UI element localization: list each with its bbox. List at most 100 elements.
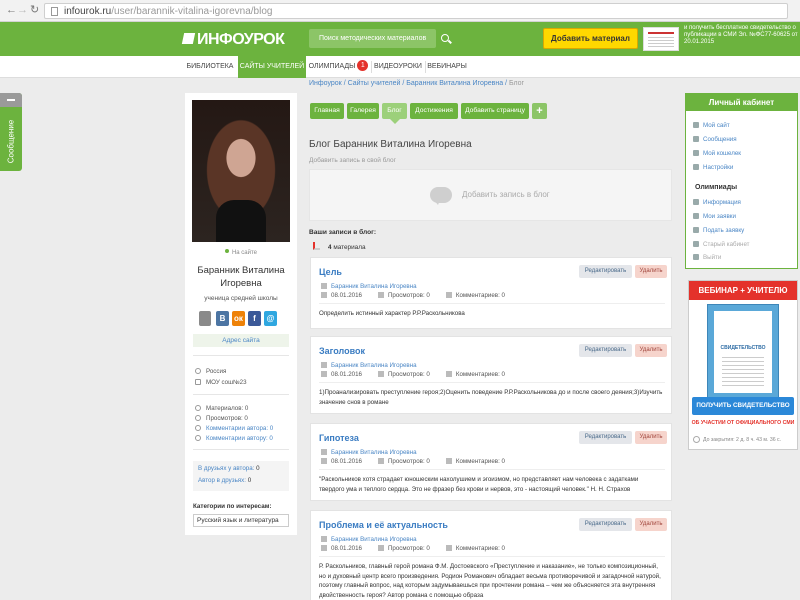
edit-post-button[interactable]: Редактировать: [579, 265, 632, 278]
divider: [319, 469, 665, 470]
edit-post-button[interactable]: Редактировать: [579, 518, 632, 531]
delete-post-button[interactable]: Удалить: [635, 265, 667, 278]
stat-comments-to-author[interactable]: Комментарии автору: 0: [195, 434, 273, 443]
address-bar[interactable]: infourok.ru/user/barannik-vitalina-igore…: [44, 3, 788, 19]
post-title[interactable]: Гипотеза: [319, 433, 359, 443]
breadcrumb-author[interactable]: Баранник Виталина Игоревна: [406, 80, 503, 87]
calendar-icon: [321, 292, 327, 298]
folder-icon: [693, 241, 699, 247]
post-author[interactable]: Баранник Виталина Игоревна: [321, 283, 417, 290]
nav-library[interactable]: БИБЛИОТЕКА: [183, 56, 237, 78]
add-page-plus-button[interactable]: +: [532, 103, 547, 119]
home-icon: [693, 122, 699, 128]
site-header: ИНФОУРОК Поиск методических материалов Д…: [0, 22, 800, 56]
post-text: "Раскольников хотя страдает юношеским на…: [319, 476, 639, 493]
nav-webinars[interactable]: ВЕБИНАРЫ: [426, 56, 468, 78]
minimize-icon[interactable]: [0, 93, 22, 107]
add-material-button[interactable]: Добавить материал: [543, 28, 638, 49]
post-title[interactable]: Заголовок: [319, 346, 365, 356]
vk-icon[interactable]: В: [216, 311, 229, 326]
cabinet-my-site[interactable]: Мой сайт: [693, 122, 730, 130]
divider: [193, 449, 289, 450]
speech-bubble-icon: [430, 187, 452, 205]
posts-count: 4 материала: [313, 242, 366, 251]
interests-heading: Категории по интересам:: [193, 503, 272, 510]
olymp-submit-request[interactable]: Подать заявку: [693, 227, 744, 235]
user-icon: [321, 536, 327, 542]
post-title[interactable]: Проблема и её актуальность: [319, 520, 448, 530]
divider: [193, 394, 289, 395]
list-icon: [693, 213, 699, 219]
forward-icon[interactable]: →: [17, 4, 28, 17]
friends-of-author-link[interactable]: В друзьях у автора: 0: [198, 465, 260, 472]
tab-achievements[interactable]: Достижения: [410, 103, 458, 119]
cabinet-wallet[interactable]: Мой кошелек: [693, 150, 741, 158]
delete-post-button[interactable]: Удалить: [635, 431, 667, 444]
nav-teacher-sites[interactable]: САЙТЫ УЧИТЕЛЕЙ: [238, 56, 306, 78]
divider: [319, 556, 665, 557]
get-certificate-button[interactable]: ПОЛУЧИТЬ СВИДЕТЕЛЬСТВО: [692, 397, 794, 415]
profile-photo: [192, 100, 290, 242]
certificate-text: и получить бесплатное свидетельство о пу…: [684, 25, 798, 45]
my-posts-heading: Ваши записи в блог:: [309, 229, 377, 236]
breadcrumb-home[interactable]: Инфоурок: [309, 80, 342, 87]
webinar-banner[interactable]: ВЕБИНАР + УЧИТЕЛЮ СВИДЕТЕЛЬСТВО ПОЛУЧИТЬ…: [688, 280, 798, 450]
reload-icon[interactable]: ↻: [30, 4, 39, 17]
edit-post-button[interactable]: Редактировать: [579, 344, 632, 357]
profile-school: МОУ сош№23: [195, 378, 247, 387]
author-in-friends-link[interactable]: Автор в друзьях: 0: [198, 477, 251, 484]
post-text: Определить истинный характер Р.Р.Расколь…: [319, 310, 465, 317]
envelope-icon: [693, 136, 699, 142]
post-text: 1)Проанализировать преступление героя;2)…: [319, 389, 663, 406]
address-text: infourok.ru/user/barannik-vitalina-igore…: [64, 6, 273, 17]
chart-icon: [377, 371, 384, 377]
nav-olympiads-label: ОЛИМПИАДЫ: [308, 63, 356, 70]
search-input[interactable]: Поиск методических материалов: [309, 29, 436, 48]
tab-blog[interactable]: Блог: [382, 103, 407, 119]
tab-gallery[interactable]: Галерея: [347, 103, 379, 119]
online-status: На сайте: [185, 249, 297, 256]
post-author[interactable]: Баранник Виталина Игоревна: [321, 536, 417, 543]
post-text: Р. Раскольников, главный герой романа Ф.…: [319, 563, 661, 599]
interests-value[interactable]: Русский язык и литература: [193, 514, 289, 527]
breadcrumb-teacher-sites[interactable]: Сайты учителей: [348, 80, 401, 87]
post-title[interactable]: Цель: [319, 267, 342, 277]
post-author[interactable]: Баранник Виталина Игоревна: [321, 449, 417, 456]
school-icon: [195, 379, 201, 385]
post-author[interactable]: Баранник Виталина Игоревна: [321, 362, 417, 369]
breadcrumb-current: Блог: [508, 80, 525, 87]
message-side-tab-label: Сообщение: [6, 119, 16, 164]
share-icon[interactable]: [199, 311, 211, 326]
certificate-thumbnail[interactable]: [643, 27, 679, 51]
comment-icon: [445, 458, 452, 464]
delete-post-button[interactable]: Удалить: [635, 344, 667, 357]
add-post-box[interactable]: Добавить запись в блог: [309, 169, 672, 221]
browser-toolbar: ← → ↻ infourok.ru/user/barannik-vitalina…: [0, 0, 800, 22]
facebook-icon[interactable]: f: [248, 311, 261, 326]
logout-link[interactable]: Выйти: [693, 254, 721, 262]
nav-olympiads[interactable]: ОЛИМПИАДЫ 1: [307, 56, 370, 78]
site-address-link[interactable]: Адрес сайта: [193, 334, 289, 347]
tab-add-page[interactable]: Добавить страницу: [461, 103, 529, 119]
delete-post-button[interactable]: Удалить: [635, 518, 667, 531]
cabinet-settings[interactable]: Настройки: [693, 164, 733, 172]
email-icon[interactable]: @: [264, 311, 277, 326]
olymp-old-cabinet[interactable]: Старый кабинет: [693, 241, 750, 249]
site-logo[interactable]: ИНФОУРОК: [181, 30, 285, 49]
back-icon[interactable]: ←: [6, 4, 17, 17]
edit-post-button[interactable]: Редактировать: [579, 431, 632, 444]
message-side-tab[interactable]: Сообщение: [0, 93, 22, 171]
webinar-timer: До закрытия: 2 д. 8 ч. 43 м. 36 с.: [693, 436, 793, 443]
odnoklassniki-icon[interactable]: ок: [232, 311, 245, 326]
stat-author-comments[interactable]: Комментарии автора: 0: [195, 424, 273, 433]
personal-cabinet-title: Личный кабинет: [686, 94, 797, 111]
blog-post: Гипотеза Редактировать Удалить Баранник …: [310, 423, 672, 501]
nav-video-lessons[interactable]: ВИДЕОУРОКИ: [372, 56, 424, 78]
profile-panel: На сайте Баранник Виталина Игоревна учен…: [185, 93, 297, 535]
blog-post: Цель Редактировать Удалить Баранник Вита…: [310, 257, 672, 329]
olymp-info[interactable]: Информация: [693, 199, 741, 207]
cabinet-messages[interactable]: Сообщения: [693, 136, 737, 144]
tab-main[interactable]: Главная: [310, 103, 344, 119]
search-icon[interactable]: [441, 34, 449, 42]
olymp-my-requests[interactable]: Мои заявки: [693, 213, 736, 221]
